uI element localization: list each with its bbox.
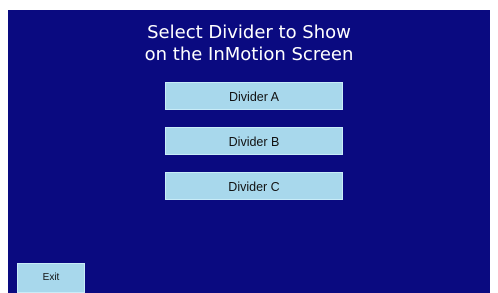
- divider-c-button[interactable]: Divider C: [165, 172, 343, 200]
- title-line-1: Select Divider to Show: [147, 22, 351, 43]
- divider-b-button[interactable]: Divider B: [165, 127, 343, 155]
- divider-selection-screen: Select Divider to Show on the InMotion S…: [8, 10, 490, 293]
- exit-button[interactable]: Exit: [17, 263, 85, 293]
- divider-a-button[interactable]: Divider A: [165, 82, 343, 110]
- title-line-2: on the InMotion Screen: [144, 44, 354, 65]
- page-title: Select Divider to Show on the InMotion S…: [8, 22, 490, 66]
